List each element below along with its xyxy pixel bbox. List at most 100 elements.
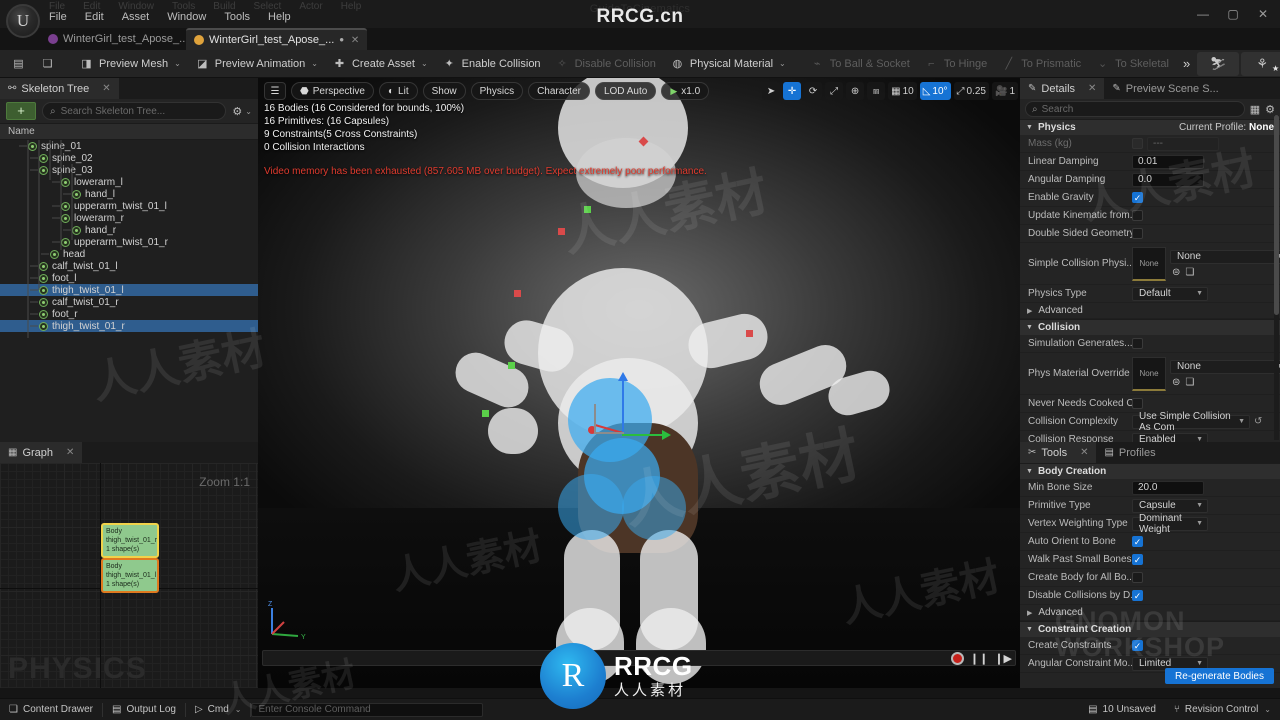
graph-canvas[interactable]: Zoom 1:1 PHYSICS Body thigh_twist_01_r 1… bbox=[0, 463, 258, 688]
checkbox[interactable]: ✓ bbox=[1132, 640, 1143, 651]
browse-to-asset-icon[interactable]: ⊜ bbox=[1172, 377, 1180, 388]
object-dropdown[interactable]: None▼ bbox=[1170, 360, 1280, 374]
section-header-collision[interactable]: ▼Collision bbox=[1020, 319, 1280, 335]
tree-row[interactable]: upperarm_twist_01_l bbox=[0, 200, 258, 212]
console-input[interactable] bbox=[258, 704, 476, 715]
viewport-perspective-button[interactable]: ⬣Perspective bbox=[291, 82, 374, 100]
camera-speed[interactable]: 🎥1 bbox=[992, 82, 1018, 100]
viewport-show-button[interactable]: Show bbox=[423, 82, 466, 100]
menu-file[interactable]: File bbox=[40, 10, 76, 24]
viewport-menu-button[interactable]: ☰ bbox=[264, 82, 286, 100]
skeleton-tree-list[interactable]: spine_01spine_02spine_03lowerarm_lhand_l… bbox=[0, 140, 258, 442]
scale-tool[interactable]: ⤢ bbox=[825, 82, 843, 100]
save-button[interactable]: ▤ bbox=[4, 52, 33, 76]
revert-icon[interactable]: ↺ bbox=[1254, 416, 1262, 427]
statusbar-output-log-button[interactable]: ▤Output Log bbox=[103, 699, 185, 720]
close-button[interactable]: ✕ bbox=[1248, 1, 1278, 27]
physics-editor-button[interactable]: ⚘★ bbox=[1241, 52, 1280, 76]
tab-tools[interactable]: ✂Tools✕ bbox=[1020, 442, 1096, 463]
menu-edit[interactable]: Edit bbox=[76, 10, 113, 24]
tab-details[interactable]: ✎Details✕ bbox=[1020, 78, 1104, 99]
details-search-input[interactable] bbox=[1042, 104, 1238, 115]
advanced-section-toggle[interactable]: ▶Advanced bbox=[1020, 605, 1280, 621]
asset-tab-0[interactable]: WinterGirl_test_Apose_...• bbox=[40, 28, 206, 50]
timeline-scrubber[interactable] bbox=[262, 650, 1016, 666]
dropdown[interactable]: Use Simple Collision As Com▼ bbox=[1132, 415, 1250, 429]
tree-row[interactable]: head bbox=[0, 248, 258, 260]
tree-row[interactable]: foot_r bbox=[0, 308, 258, 320]
dropdown[interactable]: Capsule▼ bbox=[1132, 499, 1208, 513]
checkbox[interactable] bbox=[1132, 398, 1143, 409]
graph-node-body-r[interactable]: Body thigh_twist_01_r 1 shape(s) bbox=[101, 523, 159, 558]
tree-row[interactable]: calf_twist_01_l bbox=[0, 260, 258, 272]
details-scrollbar[interactable] bbox=[1274, 115, 1279, 440]
tree-row[interactable]: calf_twist_01_r bbox=[0, 296, 258, 308]
toolbar-physical-material-button[interactable]: ◍Physical Material⌄ bbox=[663, 52, 793, 76]
tree-row[interactable]: foot_l bbox=[0, 272, 258, 284]
toolbar-to-prismatic-button[interactable]: ╱To Prismatic bbox=[994, 52, 1088, 76]
toolbar-enable-collision-button[interactable]: ✦Enable Collision bbox=[435, 52, 548, 76]
add-bone-button[interactable]: + bbox=[6, 102, 36, 120]
toolbar-to-skeletal-button[interactable]: ⌄To Skeletal bbox=[1088, 52, 1176, 76]
value-field[interactable]: 0.0 bbox=[1132, 173, 1204, 187]
viewport-lit-button[interactable]: ◐Lit bbox=[379, 82, 418, 100]
grid-view-icon[interactable]: ▦ bbox=[1250, 103, 1260, 116]
tree-row[interactable]: hand_l bbox=[0, 188, 258, 200]
tab-skeleton-tree[interactable]: ⚯ Skeleton Tree ✕ bbox=[0, 78, 119, 99]
pause-button[interactable]: ❙❙ bbox=[970, 652, 988, 665]
checkbox[interactable]: ✓ bbox=[1132, 590, 1143, 601]
select-tool[interactable]: ➤ bbox=[762, 82, 780, 100]
browse-content-button[interactable]: ❏ bbox=[33, 52, 62, 76]
checkbox[interactable]: ✓ bbox=[1132, 554, 1143, 565]
dropdown[interactable]: Enabled▼ bbox=[1132, 433, 1208, 443]
statusbar-revision-control-button[interactable]: ⑂Revision Control⌄ bbox=[1165, 699, 1280, 720]
record-button[interactable] bbox=[951, 652, 964, 665]
checkbox[interactable] bbox=[1132, 572, 1143, 583]
object-dropdown[interactable]: None▼ bbox=[1170, 250, 1280, 264]
checkbox[interactable] bbox=[1132, 210, 1143, 221]
unreal-logo-icon[interactable]: U bbox=[6, 4, 40, 38]
advanced-section-toggle[interactable]: ▶Advanced bbox=[1020, 303, 1280, 319]
close-icon[interactable]: ✕ bbox=[102, 83, 110, 94]
checkbox[interactable] bbox=[1132, 138, 1143, 149]
tree-row[interactable]: thigh_twist_01_l bbox=[0, 284, 258, 296]
menu-asset[interactable]: Asset bbox=[113, 10, 159, 24]
close-icon[interactable]: ✕ bbox=[1080, 447, 1088, 458]
maximize-button[interactable]: ▢ bbox=[1218, 1, 1248, 27]
checkbox[interactable]: ✓ bbox=[1132, 192, 1143, 203]
section-header-body-creation[interactable]: ▼Body Creation bbox=[1020, 463, 1280, 479]
statusbar-cmd-button[interactable]: ▷Cmd⌄ bbox=[186, 699, 251, 720]
minimize-button[interactable]: — bbox=[1188, 1, 1218, 27]
angle-snap-toggle[interactable]: ◺10° bbox=[920, 82, 951, 100]
toolbar-to-hinge-button[interactable]: ⌐To Hinge bbox=[917, 52, 994, 76]
toolbar-preview-animation-button[interactable]: ◪Preview Animation⌄ bbox=[188, 52, 325, 76]
tree-row[interactable]: spine_03 bbox=[0, 164, 258, 176]
dropdown[interactable]: Dominant Weight▼ bbox=[1132, 517, 1208, 531]
details-search-box[interactable]: ⌕ bbox=[1025, 101, 1245, 117]
checkbox[interactable]: ✓ bbox=[1132, 536, 1143, 547]
skeleton-editor-button[interactable]: ⛷ bbox=[1197, 52, 1239, 76]
viewport-physics-button[interactable]: Physics bbox=[471, 82, 523, 100]
toolbar-disable-collision-button[interactable]: ✧Disable Collision bbox=[548, 52, 663, 76]
value-field[interactable]: 20.0 bbox=[1132, 481, 1204, 495]
checkbox[interactable] bbox=[1132, 338, 1143, 349]
value-field[interactable]: 0.01 bbox=[1132, 155, 1204, 169]
world-space-toggle[interactable]: ⊕ bbox=[846, 82, 864, 100]
dropdown[interactable]: Default▼ bbox=[1132, 287, 1208, 301]
value-field[interactable]: --- bbox=[1147, 137, 1219, 151]
section-header-physics[interactable]: ▼PhysicsCurrent Profile: None bbox=[1020, 119, 1280, 135]
section-header-constraint-creation[interactable]: ▼Constraint Creation bbox=[1020, 621, 1280, 637]
statusbar-content-drawer-button[interactable]: ❏Content Drawer bbox=[0, 699, 102, 720]
tree-row[interactable]: spine_02 bbox=[0, 152, 258, 164]
close-icon[interactable]: ✕ bbox=[1088, 83, 1096, 94]
checkbox[interactable] bbox=[1132, 228, 1143, 239]
menu-window[interactable]: Window bbox=[158, 10, 215, 24]
use-selected-asset-icon[interactable]: ❏ bbox=[1185, 377, 1194, 388]
scale-snap-toggle[interactable]: ⤢0.25 bbox=[954, 82, 989, 100]
object-thumbnail[interactable]: None bbox=[1132, 357, 1166, 391]
viewport-lod-auto-button[interactable]: LOD Auto bbox=[595, 82, 656, 100]
menu-bar[interactable]: FileEditAssetWindowToolsHelp bbox=[40, 9, 300, 25]
statusbar-10-unsaved-button[interactable]: ▤10 Unsaved bbox=[1079, 699, 1165, 720]
skeleton-settings-button[interactable]: ⚙ ⌄ bbox=[232, 105, 252, 118]
viewport-character-button[interactable]: Character bbox=[528, 82, 590, 100]
